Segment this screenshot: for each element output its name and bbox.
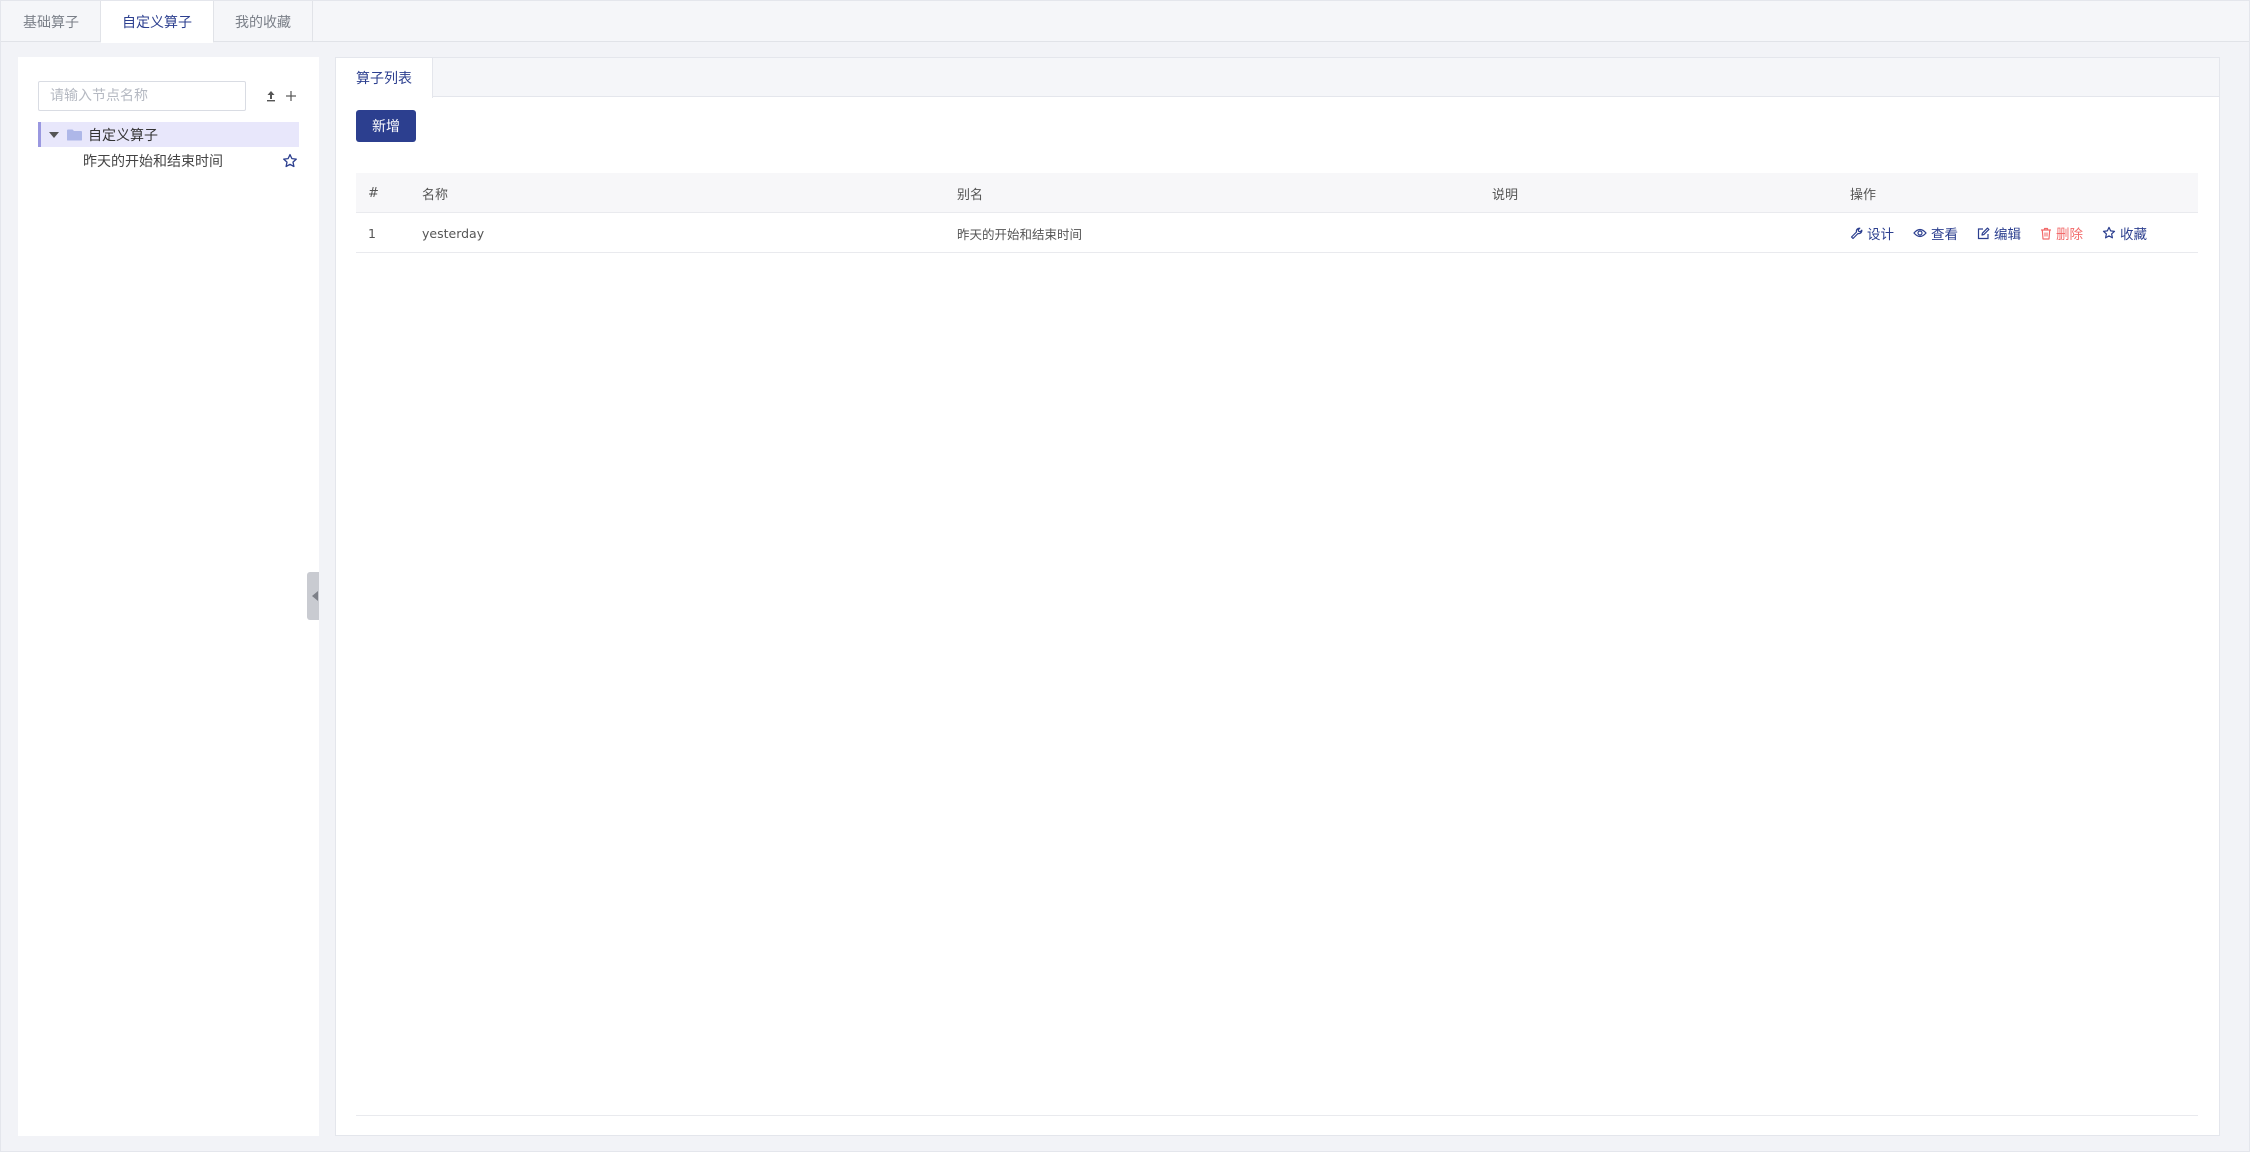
- delete-button[interactable]: 删除: [2040, 223, 2083, 243]
- view-label: 查看: [1931, 227, 1958, 243]
- tab-my-favorites[interactable]: 我的收藏: [214, 1, 313, 42]
- star-icon: [2102, 226, 2116, 239]
- main-panel: 算子列表 新增 # 名称 别名 说明 操作 1 yesterday 昨天的开始和…: [335, 57, 2220, 1136]
- sidebar-panel: 自定义算子 昨天的开始和结束时间: [18, 57, 319, 1136]
- wrench-icon: [1850, 227, 1863, 239]
- app-window: 基础算子 自定义算子 我的收藏 请输入节点名称 自定义算子 昨天的开始和结束时间…: [0, 0, 2250, 1152]
- tab-operator-list[interactable]: 算子列表: [336, 58, 433, 98]
- node-search-box: [38, 81, 246, 111]
- delete-label: 删除: [2056, 227, 2083, 243]
- node-search-input[interactable]: [39, 82, 245, 110]
- table-row: 1 yesterday 昨天的开始和结束时间 设计 查看 编辑 删除 收藏: [356, 213, 2198, 253]
- tab-custom-operators[interactable]: 自定义算子: [101, 1, 214, 43]
- design-button[interactable]: 设计: [1850, 223, 1894, 243]
- favorite-label: 收藏: [2120, 227, 2147, 243]
- column-header-alias: 别名: [957, 187, 984, 203]
- row-index: 1: [368, 225, 376, 241]
- column-header-index: #: [368, 185, 379, 201]
- eye-icon: [1913, 228, 1927, 238]
- caret-left-icon: [312, 591, 318, 601]
- upload-icon[interactable]: [262, 87, 280, 105]
- view-button[interactable]: 查看: [1913, 223, 1958, 243]
- row-actions: 设计 查看 编辑 删除 收藏: [1850, 213, 2166, 253]
- edit-label: 编辑: [1994, 227, 2021, 243]
- tree-node-label: 昨天的开始和结束时间: [83, 154, 223, 170]
- column-header-name: 名称: [422, 187, 449, 203]
- row-alias: 昨天的开始和结束时间: [957, 226, 1083, 242]
- table-footer-divider: [356, 1115, 2198, 1116]
- caret-down-icon[interactable]: [48, 129, 60, 141]
- inner-tab-bar: 算子列表: [336, 58, 2219, 98]
- tree-node-yesterday[interactable]: 昨天的开始和结束时间: [38, 149, 299, 173]
- design-label: 设计: [1867, 227, 1894, 243]
- column-header-actions: 操作: [1850, 187, 1877, 203]
- edit-button[interactable]: 编辑: [1977, 223, 2021, 243]
- sidebar-collapse-handle[interactable]: [307, 572, 319, 620]
- tree-node-label: 自定义算子: [88, 127, 158, 144]
- favorite-button[interactable]: 收藏: [2102, 223, 2147, 243]
- add-node-icon[interactable]: [282, 87, 300, 105]
- tab-basic-operators[interactable]: 基础算子: [1, 1, 101, 42]
- edit-icon: [1977, 227, 1990, 239]
- tree-node-custom-operators[interactable]: 自定义算子: [38, 122, 299, 147]
- operator-table: # 名称 别名 说明 操作 1 yesterday 昨天的开始和结束时间 设计: [356, 173, 2198, 253]
- folder-icon: [67, 129, 82, 141]
- column-header-description: 说明: [1492, 187, 1519, 203]
- table-header: # 名称 别名 说明 操作: [356, 173, 2198, 213]
- star-icon[interactable]: [282, 153, 298, 169]
- trash-icon: [2041, 227, 2051, 240]
- add-button[interactable]: 新增: [356, 110, 416, 142]
- top-tab-bar: 基础算子 自定义算子 我的收藏: [1, 1, 2249, 43]
- row-name: yesterday: [422, 225, 485, 241]
